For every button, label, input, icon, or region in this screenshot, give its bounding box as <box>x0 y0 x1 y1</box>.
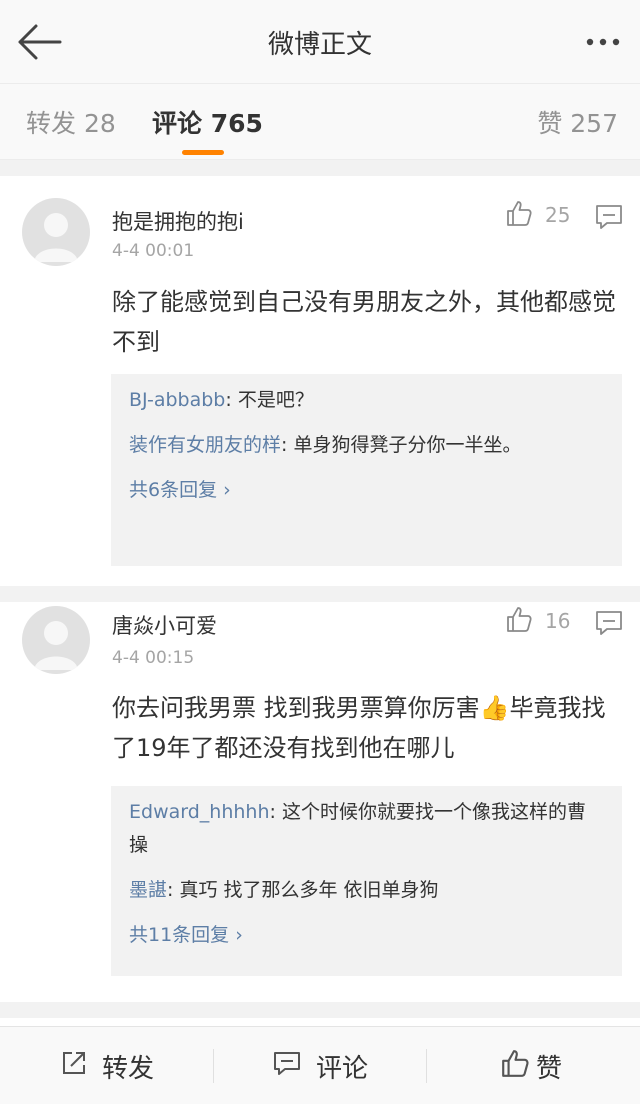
comment-item: 抱是拥抱的抱i 4-4 00:01 25 除了能感觉到自己没有男朋友之外，其他都… <box>0 176 640 586</box>
reply-item: 装作有女朋友的样: 单身狗得凳子分你一半坐。 <box>129 429 604 462</box>
top-nav-bar: 微博正文 <box>0 0 640 84</box>
section-divider <box>0 586 640 602</box>
more-dots-icon[interactable] <box>580 22 626 62</box>
more-replies-link[interactable]: 共6条回复 › <box>129 474 231 507</box>
reply-separator: : <box>167 879 180 901</box>
thumbs-up-icon <box>505 199 533 231</box>
divider <box>426 1049 427 1083</box>
reply-text: 真巧 找了那么多年 依旧单身狗 <box>179 879 439 901</box>
repost-icon <box>60 1049 88 1084</box>
reply-text: 单身狗得凳子分你一半坐。 <box>293 434 522 456</box>
repost-label: 转发 <box>102 1053 155 1084</box>
comment-text: 你去问我男票 找到我男票算你厉害👍毕竟我找了19年了都还没有找到他在哪儿 <box>112 694 606 762</box>
reply-text: 不是吧？ <box>237 389 314 411</box>
comment-time: 4-4 00:01 <box>112 241 195 261</box>
tab-reposts[interactable]: 转发 28 <box>26 104 116 140</box>
avatar[interactable] <box>22 198 90 266</box>
bottom-action-bar: 转发 评论 赞 <box>0 1026 640 1104</box>
reply-item: Edward_hhhhh: 这个时候你就要找一个像我这样的曹操 <box>129 796 604 862</box>
back-arrow-icon[interactable] <box>14 20 64 64</box>
comment-item: 唐焱小可爱 4-4 00:15 16 你去问我男票 找到我男票算你厉害👍毕竟我找… <box>0 602 640 1012</box>
reply-user[interactable]: 装作有女朋友的样 <box>129 434 281 456</box>
like-count: 16 <box>545 609 571 633</box>
comment-text: 除了能感觉到自己没有男朋友之外，其他都感觉不到 <box>112 288 616 356</box>
active-tab-indicator <box>182 150 224 155</box>
reply-user[interactable]: 墨諶 <box>129 879 167 901</box>
comment-time: 4-4 00:15 <box>112 648 195 668</box>
reply-separator: : <box>269 801 282 823</box>
tab-bar: 转发 28 评论 765 赞 257 <box>0 84 640 160</box>
like-icon <box>500 1048 530 1085</box>
reply-user[interactable]: Edward_hhhhh <box>129 801 270 823</box>
comment-author[interactable]: 唐焱小可爱 <box>112 610 217 640</box>
comment-like-button[interactable]: 25 <box>505 198 570 232</box>
tab-likes[interactable]: 赞 257 <box>537 104 618 140</box>
reply-item: BJ-abbabb: 不是吧？ <box>129 384 604 417</box>
comment-like-button[interactable]: 16 <box>505 604 570 638</box>
divider <box>213 1049 214 1083</box>
like-label: 赞 <box>536 1053 563 1084</box>
more-replies-link[interactable]: 共11条回复 › <box>129 919 243 952</box>
avatar[interactable] <box>22 606 90 674</box>
comment-label: 评论 <box>316 1053 369 1084</box>
reply-user[interactable]: BJ-abbabb <box>129 389 225 411</box>
reply-icon[interactable] <box>594 608 624 638</box>
page-title: 微博正文 <box>267 30 372 60</box>
reply-preview-box: Edward_hhhhh: 这个时候你就要找一个像我这样的曹操 墨諶: 真巧 找… <box>111 786 622 976</box>
reply-item: 墨諶: 真巧 找了那么多年 依旧单身狗 <box>129 874 604 907</box>
comment-author[interactable]: 抱是拥抱的抱i <box>112 206 244 236</box>
section-divider <box>0 1002 640 1018</box>
thumbs-up-icon <box>505 605 533 637</box>
repost-button[interactable]: 转发 <box>60 1027 154 1104</box>
reply-preview-box: BJ-abbabb: 不是吧？ 装作有女朋友的样: 单身狗得凳子分你一半坐。 共… <box>111 374 622 566</box>
reply-separator: : <box>281 434 294 456</box>
like-button[interactable]: 赞 <box>500 1027 562 1104</box>
reply-separator: : <box>225 389 238 411</box>
like-count: 25 <box>545 203 571 227</box>
comment-icon <box>272 1049 302 1084</box>
reply-icon[interactable] <box>594 202 624 232</box>
comment-button[interactable]: 评论 <box>272 1027 368 1104</box>
section-divider <box>0 160 640 176</box>
tab-comments[interactable]: 评论 765 <box>152 104 263 140</box>
